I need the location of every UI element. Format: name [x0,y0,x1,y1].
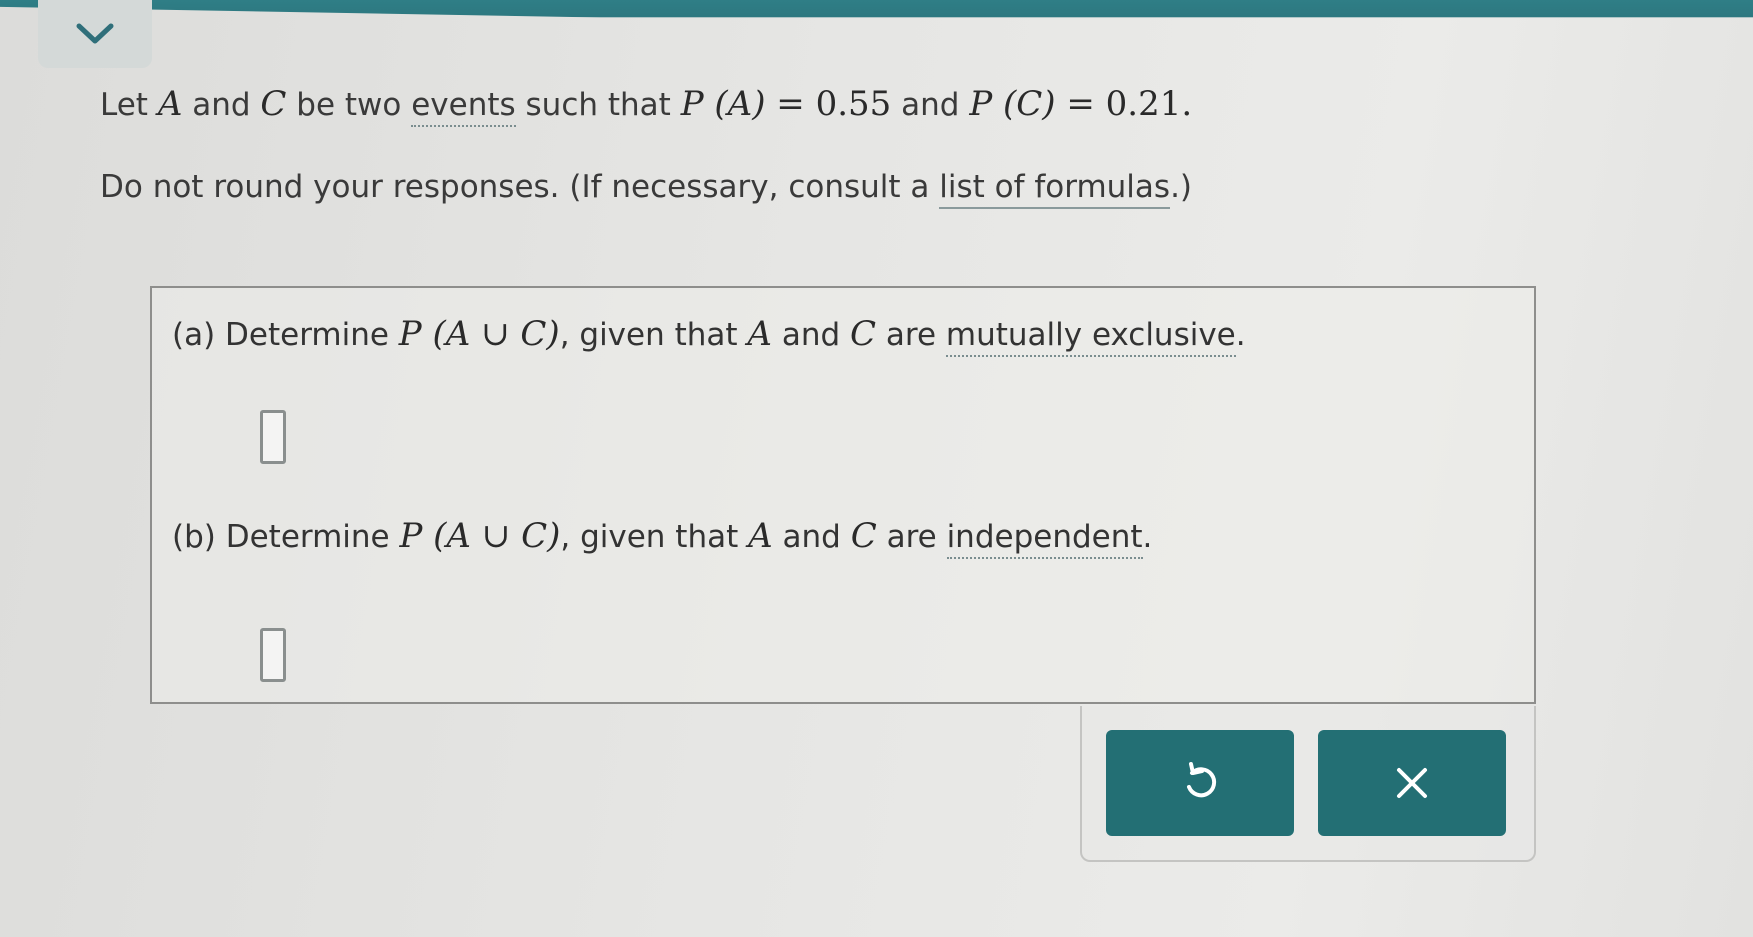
part-a-question: (a) Determine P (A ∪ C), given that A an… [172,314,1246,357]
problem-intro: Let A and C be two events such that P (A… [100,82,1600,209]
var-a: A [748,516,773,556]
part-b-period: . [1142,519,1153,555]
var-c: C [260,84,287,124]
part-b-text: are [876,519,947,555]
undo-arrow-icon [1187,762,1217,798]
mutually-exclusive-link[interactable]: mutually exclusive [945,317,1236,357]
intro-text: Let [100,87,158,123]
instructions-text-end: .) [1170,169,1193,205]
action-button-panel [1080,706,1536,862]
collapse-toggle-button[interactable] [38,0,152,68]
var-a: A [747,314,772,354]
prob-a-value: = 0.55 [765,84,892,124]
list-of-formulas-link[interactable]: list of formulas [939,169,1171,209]
part-a-answer-input[interactable] [260,410,286,464]
undo-button[interactable] [1106,730,1294,836]
part-a-text: , given that [559,317,748,353]
prob-a-expression: P (A) [680,84,766,124]
part-b-text: and [772,519,851,555]
var-c: C [850,314,877,354]
part-b-text: , given that [560,519,749,555]
part-a-period: . [1235,317,1246,353]
instructions-text: Do not round your responses. (If necessa… [100,169,940,205]
prob-c-expression: P (C) [969,84,1056,124]
instructions-line: Do not round your responses. (If necessa… [100,165,1600,209]
intro-text: and [182,87,261,123]
part-a-text: are [876,317,946,353]
part-a-prefix: (a) Determine [172,317,399,353]
clear-button[interactable] [1318,730,1506,836]
part-b-prefix: (b) Determine [172,519,400,555]
part-a-text: and [771,317,851,353]
question-parts-box: (a) Determine P (A ∪ C), given that A an… [150,286,1536,704]
problem-statement-line: Let A and C be two events such that P (A… [100,82,1600,127]
var-c: C [850,516,877,556]
independent-link[interactable]: independent [946,519,1143,559]
intro-text: such that [515,87,681,123]
var-a: A [157,84,183,124]
part-b-expression: P (A ∪ C) [399,516,561,556]
intro-text: be two [286,87,412,123]
prob-c-value: = 0.21. [1055,84,1193,124]
part-b-answer-input[interactable] [260,628,286,682]
close-x-icon [1397,768,1427,798]
events-definition-link[interactable]: events [411,87,516,127]
top-header-bar [0,0,1753,38]
chevron-down-icon [76,23,114,44]
part-a-expression: P (A ∪ C) [398,314,560,354]
part-b-question: (b) Determine P (A ∪ C), given that A an… [172,516,1153,559]
intro-text: and [891,87,970,123]
